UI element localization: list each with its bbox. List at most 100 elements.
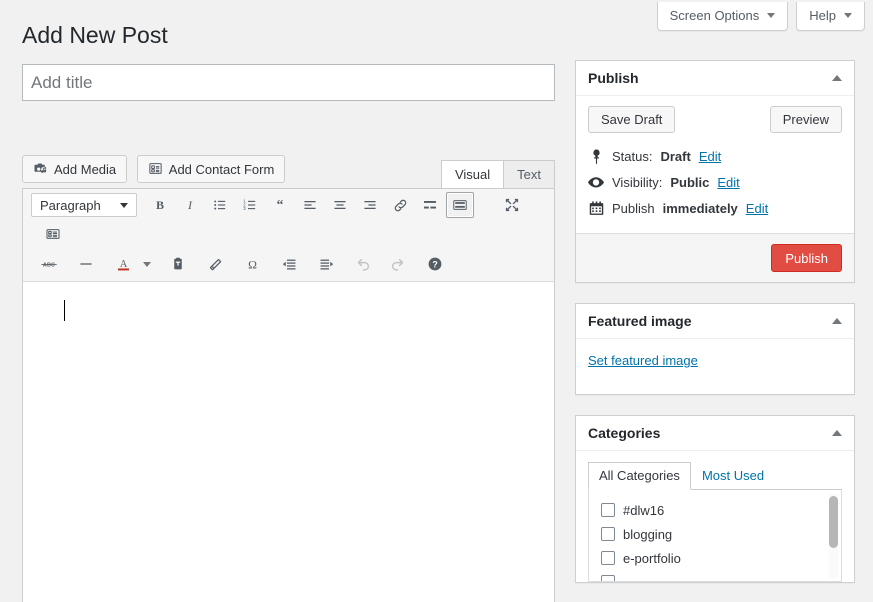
edit-status-link[interactable]: Edit [699,149,721,164]
list-item[interactable] [601,570,841,581]
publish-date-value: immediately [662,200,738,216]
category-checkbox[interactable] [601,503,615,517]
svg-text:B: B [156,198,164,212]
categories-panel-header[interactable]: Categories [576,416,854,451]
add-contact-form-button[interactable]: Add Contact Form [136,155,286,183]
align-left-button[interactable] [296,192,324,218]
chevron-down-icon [143,261,151,267]
editor-content-area[interactable] [23,282,554,602]
featured-image-panel: Featured image Set featured image [575,303,855,395]
bold-button[interactable]: B [146,192,174,218]
contact-form-toolbar-button[interactable] [39,221,67,247]
align-right-button[interactable] [356,192,384,218]
calendar-icon [588,200,604,216]
save-draft-button[interactable]: Save Draft [588,106,676,133]
edit-visibility-link[interactable]: Edit [717,175,739,190]
tab-text[interactable]: Text [503,160,555,192]
text-color-dropdown-button[interactable] [139,251,155,277]
help-button[interactable]: Help [796,2,865,31]
paste-as-text-button[interactable] [164,251,192,277]
tab-all-categories[interactable]: All Categories [588,462,691,490]
tab-visual[interactable]: Visual [440,160,505,192]
featured-image-panel-body: Set featured image [576,339,854,394]
chevron-up-icon[interactable] [832,318,842,324]
visibility-label: Visibility: [612,174,663,190]
categories-panel: Categories All Categories Most Used #dlw… [575,415,855,583]
featured-image-panel-title: Featured image [588,313,692,329]
strikethrough-button[interactable]: ABC [35,251,63,277]
categories-panel-body: All Categories Most Used #dlw16 blogging… [576,451,854,582]
category-checkbox[interactable] [601,551,615,565]
categories-scrollbar-thumb[interactable] [829,496,838,548]
align-center-button[interactable] [326,192,354,218]
list-item[interactable]: blogging [601,522,841,546]
help-label: Help [809,8,836,23]
list-item[interactable]: #dlw16 [601,498,841,522]
category-label: #dlw16 [623,502,665,518]
categories-tabs: All Categories Most Used [588,461,842,490]
screen-meta-links: Screen Options Help [656,2,865,31]
page-title: Add New Post [22,22,168,48]
category-label: e-portfolio [623,550,681,566]
wp-admin-edit-post-screen: Screen Options Help Add New Post Add Med… [0,0,873,602]
preview-button[interactable]: Preview [769,106,842,133]
increase-indent-button[interactable] [312,251,340,277]
post-title-input[interactable] [22,64,555,101]
redo-button[interactable] [384,251,412,277]
publish-panel: Publish Save Draft Preview Status: Draft [575,60,855,283]
decrease-indent-button[interactable] [275,251,303,277]
chevron-up-icon[interactable] [832,430,842,436]
fullscreen-button[interactable] [498,192,526,218]
svg-text:“: “ [277,197,284,212]
svg-text:ABC: ABC [43,263,55,269]
post-title-area [22,64,555,101]
screen-options-button[interactable]: Screen Options [656,2,789,31]
editor-mode-tabs: Visual Text [440,159,555,192]
special-character-button[interactable]: Ω [238,251,266,277]
publish-panel-footer: Publish [576,233,854,282]
category-checkbox[interactable] [601,575,615,581]
add-media-icon [33,161,48,178]
edit-publish-date-link[interactable]: Edit [746,201,768,216]
tab-all-categories-label: All Categories [599,468,680,483]
tab-most-used[interactable]: Most Used [691,462,775,490]
bulleted-list-button[interactable] [206,192,234,218]
blockquote-button[interactable]: “ [266,192,294,218]
list-item[interactable]: e-portfolio [601,546,841,570]
category-checkbox[interactable] [601,527,615,541]
insert-link-button[interactable] [386,192,414,218]
publish-date-row: Publish immediately Edit [588,195,842,221]
publish-button[interactable]: Publish [771,244,842,272]
contact-form-icon [148,161,163,178]
chevron-up-icon[interactable] [832,75,842,81]
publish-panel-header[interactable]: Publish [576,61,854,96]
horizontal-line-button[interactable] [72,251,100,277]
svg-text:?: ? [432,260,437,270]
pin-icon [588,148,604,164]
text-cursor [64,300,65,321]
tab-most-used-label: Most Used [701,468,765,483]
tab-visual-label: Visual [454,167,491,182]
svg-text:I: I [187,198,193,212]
format-select[interactable]: Paragraph [31,193,137,217]
clear-formatting-button[interactable] [201,251,229,277]
read-more-button[interactable] [416,192,444,218]
post-sidebar: Publish Save Draft Preview Status: Draft [575,60,855,602]
add-media-button[interactable]: Add Media [22,155,128,183]
media-buttons-row: Add Media Add Contact Form Visual Text [22,155,555,192]
editor-toolbar: Paragraph B I 1 2 3 “ ABC A Ω ? [23,189,554,282]
set-featured-image-link[interactable]: Set featured image [588,353,698,368]
text-color-button[interactable]: A [109,251,137,277]
featured-image-panel-header[interactable]: Featured image [576,304,854,339]
categories-list: #dlw16 blogging e-portfolio [589,490,841,581]
undo-button[interactable] [349,251,377,277]
publish-panel-title: Publish [588,70,639,86]
numbered-list-button[interactable]: 1 2 3 [236,192,264,218]
toolbar-toggle-button[interactable] [446,192,474,218]
tab-text-label: Text [517,167,541,182]
toolbar-row-1: Paragraph B I 1 2 3 “ [23,189,554,221]
publish-panel-body: Save Draft Preview Status: Draft Edit Vi… [576,96,854,233]
visibility-row: Visibility: Public Edit [588,169,842,195]
italic-button[interactable]: I [176,192,204,218]
keyboard-shortcuts-button[interactable]: ? [421,251,449,277]
